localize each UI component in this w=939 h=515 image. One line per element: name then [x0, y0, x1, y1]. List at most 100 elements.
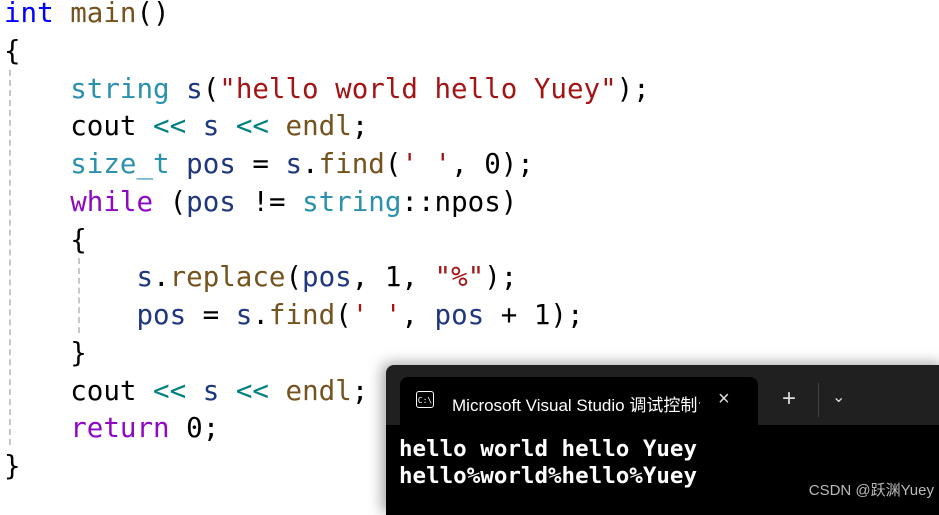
- code-token: {: [4, 34, 21, 67]
- terminal-body[interactable]: hello world hello Yuey hello%world%hello%…: [386, 425, 939, 515]
- new-tab-button[interactable]: +: [782, 385, 796, 413]
- code-token: .: [153, 261, 170, 294]
- code-token: pos: [302, 261, 352, 294]
- code-token: main: [70, 0, 137, 29]
- code-token: "%": [434, 261, 485, 294]
- code-token: return: [70, 412, 170, 445]
- code-token: }: [4, 450, 21, 482]
- code-token: s: [136, 261, 154, 294]
- code-token: 0;: [169, 412, 220, 445]
- code-token: pos: [434, 299, 485, 331]
- code-token: find: [268, 299, 336, 331]
- code-token: string: [70, 72, 170, 105]
- code-token: pos: [136, 299, 187, 331]
- code-token: while: [70, 185, 154, 218]
- code-token: (: [335, 299, 352, 331]
- code-token: pos: [186, 185, 236, 218]
- code-token: =: [235, 148, 286, 180]
- code-token: =: [186, 299, 236, 331]
- code-token: cout: [70, 374, 137, 407]
- code-token: replace: [169, 261, 286, 294]
- code-token: {: [4, 223, 87, 256]
- code-token: (: [153, 185, 187, 218]
- code-token: <<: [153, 374, 187, 407]
- code-token: s: [202, 374, 220, 407]
- code-token: <<: [153, 110, 187, 143]
- tab-title: Microsoft Visual Studio 调试控制台: [452, 396, 700, 415]
- code-token: !=: [235, 185, 303, 218]
- code-token: ::npos): [401, 185, 518, 218]
- code-token: find: [318, 148, 385, 180]
- code-token: ' ': [401, 148, 452, 180]
- code-token: <<: [235, 374, 269, 407]
- code-token: , 1,: [351, 261, 435, 294]
- code-token: ' ': [351, 299, 402, 331]
- code-token: string: [302, 185, 402, 218]
- code-token: cout: [70, 110, 137, 143]
- indent-guide: [78, 258, 80, 333]
- code-line: {: [4, 33, 650, 71]
- code-token: + 1);: [484, 299, 584, 331]
- code-token: (): [136, 0, 170, 29]
- code-token: (: [285, 261, 303, 294]
- divider: [818, 383, 819, 417]
- code-line: cout << s << endl;: [4, 108, 650, 146]
- chevron-down-icon[interactable]: ⌄: [832, 387, 845, 407]
- indent-guide: [9, 70, 11, 445]
- code-token: ,: [401, 299, 435, 331]
- code-token: s: [285, 148, 303, 180]
- code-line: size_t pos = s.find(' ', 0);: [4, 146, 650, 184]
- code-line: {: [4, 222, 650, 260]
- output-line: hello world hello Yuey: [399, 436, 698, 462]
- code-token: endl: [285, 374, 352, 407]
- code-line: while (pos != string::npos): [4, 184, 650, 222]
- code-token: (: [384, 148, 402, 180]
- code-token: ;: [351, 110, 369, 143]
- code-token: );: [484, 261, 518, 294]
- close-icon[interactable]: ×: [718, 388, 730, 411]
- code-token: );: [616, 72, 650, 105]
- code-line: pos = s.find(' ', pos + 1);: [4, 297, 650, 335]
- terminal-tab[interactable]: C:\ Microsoft Visual Studio 调试控制台 ×: [400, 377, 758, 427]
- code-token: endl: [285, 110, 352, 143]
- code-token: .: [252, 299, 269, 331]
- code-token: size_t: [70, 148, 170, 180]
- code-line: string s("hello world hello Yuey");: [4, 71, 650, 109]
- code-token: (: [202, 72, 220, 105]
- code-token: }: [4, 336, 87, 369]
- output-line: hello%world%hello%Yuey: [399, 463, 698, 489]
- code-line: int main(): [4, 0, 650, 33]
- code-token: .: [302, 148, 319, 180]
- code-token: int: [4, 0, 54, 29]
- code-token: "hello world hello Yuey": [219, 72, 617, 105]
- watermark: CSDN @跃渊Yuey: [808, 482, 934, 499]
- code-token: pos: [186, 148, 236, 180]
- code-token: ;: [351, 374, 369, 407]
- code-token: <<: [235, 110, 269, 143]
- code-token: s: [186, 72, 203, 105]
- code-token: s: [202, 110, 220, 143]
- console-icon: C:\: [416, 391, 434, 408]
- code-token: , 0);: [451, 148, 534, 180]
- code-token: s: [235, 299, 253, 331]
- terminal-output: hello world hello Yuey hello%world%hello%…: [399, 436, 697, 490]
- code-line: s.replace(pos, 1, "%");: [4, 259, 650, 297]
